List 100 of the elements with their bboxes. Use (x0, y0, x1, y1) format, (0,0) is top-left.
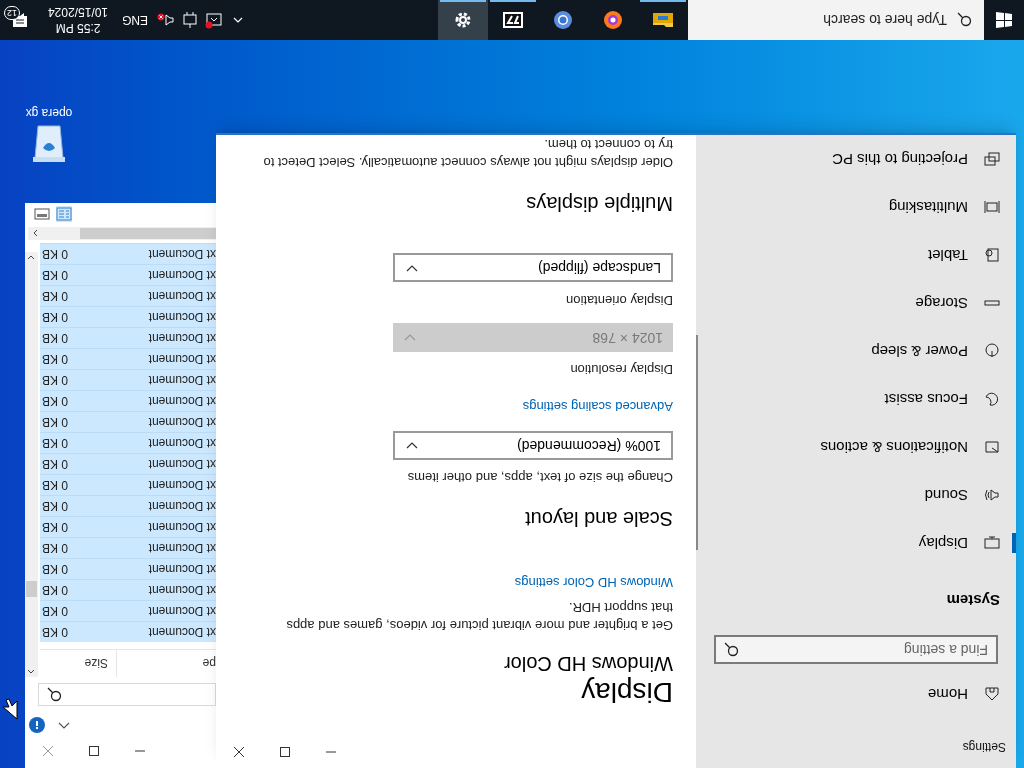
table-cell-text: 0 KB (42, 330, 68, 347)
file-row[interactable]: xt Document 0 KB (40, 621, 216, 642)
nav-icon (984, 535, 1000, 551)
browser-icon (552, 9, 574, 31)
table-cell-text: xt Document (147, 519, 216, 536)
nav-item[interactable]: Projecting to this PC (696, 135, 1016, 183)
nav-icon (984, 391, 1000, 407)
archive-icon (502, 9, 524, 31)
nav-item[interactable]: Sound (696, 471, 1016, 519)
field-label: Display orientation (565, 292, 673, 310)
table-cell-text: xt Document (147, 477, 216, 494)
table-cell-text: xt Document (147, 246, 216, 263)
nav-icon (984, 343, 1000, 359)
nav-item[interactable]: Tablet (696, 231, 1016, 279)
nav-item[interactable]: Power & sleep (696, 327, 1016, 375)
notification-button[interactable]: 12 (0, 0, 40, 40)
file-row[interactable]: xt Document 0 KB (40, 390, 216, 411)
nav-icon (984, 439, 1000, 455)
nav-item[interactable]: Display (696, 519, 1016, 567)
window-title: Settings (961, 739, 1007, 756)
file-row[interactable]: xt Document 0 KB (40, 411, 216, 432)
dropdown[interactable]: 100% (Recommended) (393, 430, 673, 460)
scrollbar-thumb[interactable] (26, 581, 37, 597)
table-cell-text: 0 KB (42, 414, 68, 431)
field-label: Change the size of text, apps, and other items (406, 469, 673, 486)
clock[interactable]: 2:55 PM 10/15/2024 (40, 4, 117, 36)
table-cell-text: 0 KB (42, 624, 68, 641)
table-cell-text: xt Document (147, 351, 216, 368)
description-text: Get a brighter and more vibrant picture for videos, games and apps that support HDR. (285, 599, 673, 634)
tiles-view-icon[interactable] (34, 206, 50, 222)
table-cell-text: xt Document (147, 309, 216, 326)
table-cell-text: 0 KB (42, 561, 68, 578)
settings-link[interactable]: Windows HD Color settings (514, 573, 673, 591)
table-cell-text: xt Document (147, 540, 216, 557)
page-title: Display (580, 676, 673, 710)
table-cell-text: xt Document (147, 267, 216, 284)
table-cell-text: xt Document (147, 435, 216, 452)
file-row[interactable]: xt Document 0 KB (40, 369, 216, 390)
search-field[interactable]: Find a setting (714, 635, 998, 665)
table-cell-text: 0 KB (42, 372, 68, 389)
table-cell-text: xt Document (147, 372, 216, 389)
nav-icon (984, 487, 1000, 503)
file-row[interactable]: xt Document 0 KB (40, 516, 216, 537)
file-row[interactable]: xt Document 0 KB (40, 432, 216, 453)
table-cell-text: xt Document (147, 393, 216, 410)
table-cell-text: xt Document (147, 498, 216, 515)
section-heading: Scale and layout (524, 507, 673, 532)
horizontal-scrollbar[interactable] (28, 227, 216, 240)
table-cell-text: 0 KB (42, 519, 68, 536)
table-cell-text: xt Document (147, 582, 216, 599)
dropdown[interactable]: Landscape (flipped) (393, 253, 673, 283)
scrollbar-thumb[interactable] (696, 335, 698, 550)
language-indicator[interactable]: ENG (116, 11, 155, 29)
section-heading: System (945, 591, 1001, 612)
search-field[interactable]: Type here to search (688, 0, 984, 40)
help-icon[interactable] (29, 717, 45, 733)
file-row[interactable]: xt Document 0 KB (40, 264, 216, 285)
file-row[interactable]: xt Document 0 KB (40, 579, 216, 600)
column-header[interactable]: Size (84, 654, 116, 673)
section-heading: Windows HD Color (503, 652, 673, 676)
desktop-icon-label[interactable]: opera gx (25, 106, 73, 120)
file-row[interactable]: xt Document 0 KB (40, 243, 216, 264)
search-icon (957, 12, 972, 28)
home-icon (984, 685, 1000, 702)
notification-badge: 12 (4, 6, 20, 20)
file-row[interactable]: xt Document 0 KB (40, 495, 216, 516)
taskbar-app[interactable] (438, 0, 488, 40)
file-row[interactable]: xt Document 0 KB (40, 558, 216, 579)
file-row[interactable]: xt Document 0 KB (40, 327, 216, 348)
file-row[interactable]: xt Document 0 KB (40, 600, 216, 621)
nav-item[interactable]: Notifications & actions (696, 423, 1016, 471)
search-field[interactable] (38, 683, 216, 706)
file-row[interactable]: xt Document 0 KB (40, 474, 216, 495)
table-cell-text: 0 KB (42, 309, 68, 326)
nav-item[interactable]: Multitasking (696, 183, 1016, 231)
table-cell-text: 0 KB (42, 267, 68, 284)
file-row[interactable]: xt Document 0 KB (40, 306, 216, 327)
settings-link[interactable]: Advanced scaling settings (522, 396, 673, 415)
running-indicator (640, 0, 686, 2)
table-cell-text: xt Document (147, 624, 216, 641)
nav-item[interactable]: Focus assist (696, 375, 1016, 423)
home-item[interactable]: Home (696, 674, 1016, 713)
table-cell-text: 0 KB (42, 456, 68, 473)
table-cell-text: 0 KB (42, 582, 68, 599)
vertical-scrollbar[interactable] (25, 252, 38, 677)
file-row[interactable]: xt Document 0 KB (40, 453, 216, 474)
file-row[interactable]: xt Document 0 KB (40, 537, 216, 558)
nav-icon (984, 151, 1000, 167)
table-cell-text: xt Document (147, 414, 216, 431)
nav-icon (984, 247, 1000, 263)
running-indicator (490, 0, 536, 2)
browser-icon (602, 9, 624, 31)
nav-item[interactable]: Storage (696, 279, 1016, 327)
table-cell-text: 0 KB (42, 288, 68, 305)
file-row[interactable]: xt Document 0 KB (40, 348, 216, 369)
table-cell-text: xt Document (147, 288, 216, 305)
file-row[interactable]: xt Document 0 KB (40, 285, 216, 306)
scrollbar-thumb[interactable] (80, 228, 216, 239)
table-cell-text: 0 KB (42, 498, 68, 515)
field-label: Display resolution (569, 360, 673, 378)
